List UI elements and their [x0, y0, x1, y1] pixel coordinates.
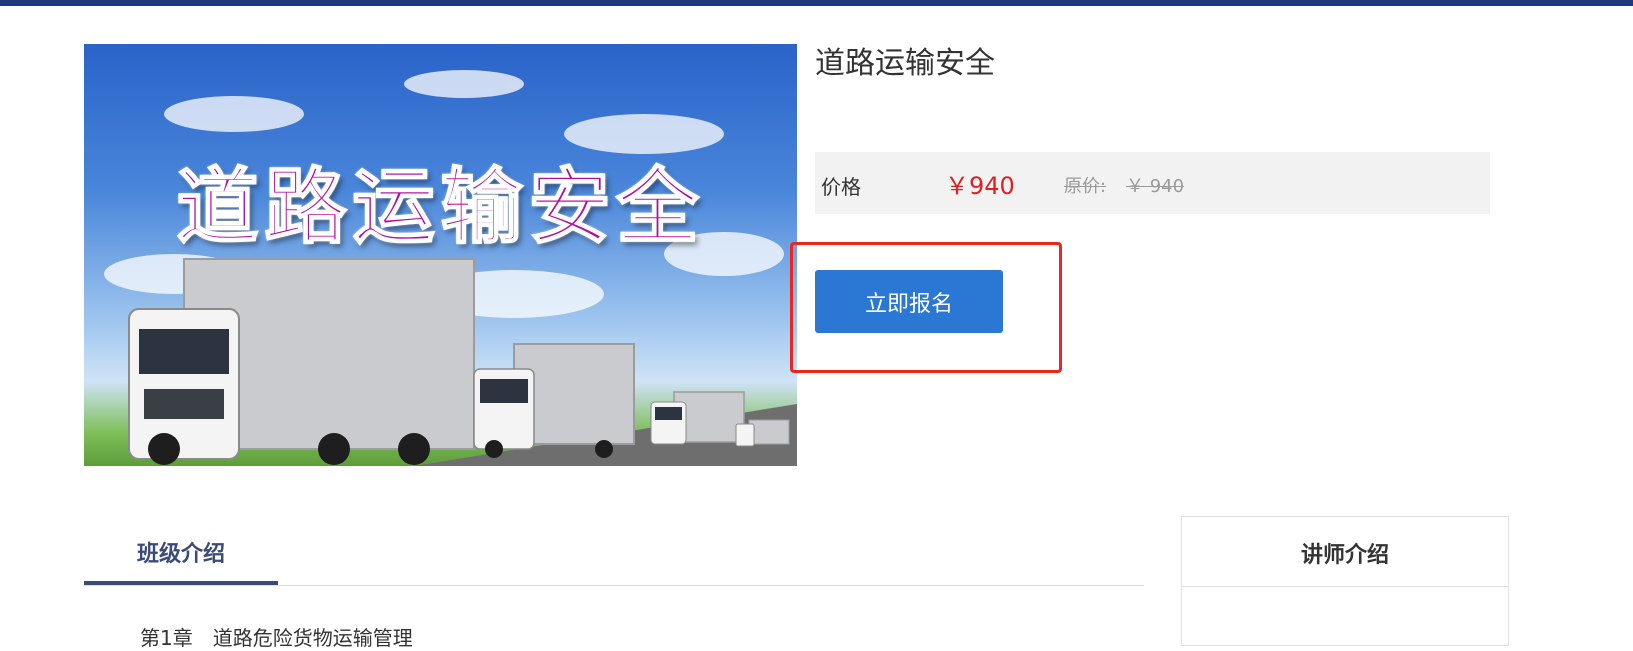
tab-class-introduction-label: 班级介绍	[136, 542, 225, 567]
price-label: 价格	[821, 175, 861, 199]
course-tabs: 班级介绍	[84, 520, 1144, 586]
top-navigation-bar	[0, 0, 1633, 6]
original-price: ￥ 940	[1126, 176, 1185, 197]
chapter-item[interactable]: 第1章 道路危险货物运输管理	[140, 622, 413, 651]
original-price-label: 原价:	[1064, 176, 1107, 197]
price-box: 价格 ￥940 原价: ￥ 940	[815, 152, 1490, 214]
course-cover-image: 道路运输安全	[84, 44, 797, 466]
tab-class-introduction[interactable]: 班级介绍	[84, 520, 278, 586]
instructor-card: 讲师介绍	[1181, 516, 1509, 646]
tab-divider	[84, 585, 1144, 586]
enroll-now-button[interactable]: 立即报名	[815, 270, 1003, 333]
course-title: 道路运输安全	[815, 46, 995, 81]
instructor-card-title: 讲师介绍	[1182, 517, 1508, 587]
current-price: ￥940	[945, 172, 1015, 200]
cover-banner-text: 道路运输安全	[175, 159, 705, 256]
